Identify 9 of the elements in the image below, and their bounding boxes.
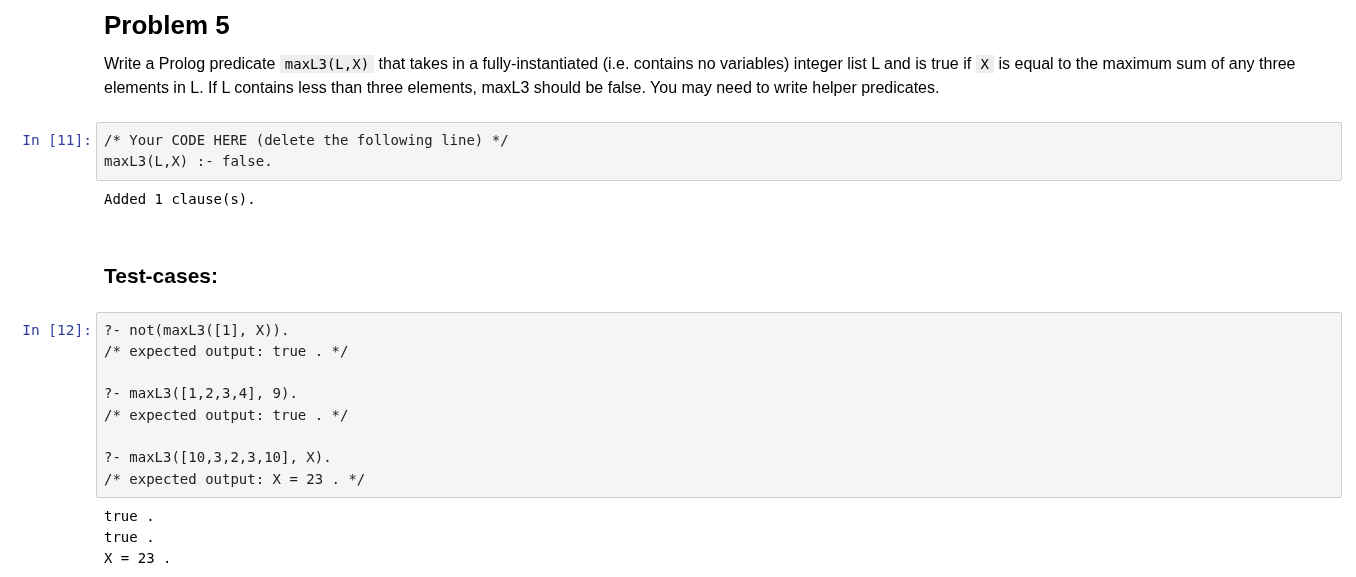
problem-description: Write a Prolog predicate maxL3(L,X) that takes in a fully-instantiated (i.e. contains no variables) integer list L and is true if X is equal to the maximum sum of any three elements in L. If L contains less than three elements, maxL3 should be false. You may need to write helper predicates. [103, 54, 1297, 98]
cell-prompt: In [11]: [22, 131, 93, 148]
cell-output: true . true . X = 23 . [103, 506, 173, 568]
cell-prompt: In [12]: [22, 320, 93, 338]
code-editor[interactable]: ?- not(maxL3([1], X)). /* expected output: true . */ ?- maxL3([1,2,3,4], 9). /* expected output: true . */ ?- maxL3([10,3,2,3,10], X). /* expected output: X = 23 . */ [96, 311, 1342, 498]
cell-output: Added 1 clause(s). [103, 189, 257, 209]
problem-heading: Problem 5 [103, 9, 231, 42]
code-editor[interactable]: /* Your CODE HERE (delete the following line) */ maxL3(L,X) :- false. [96, 122, 1342, 181]
section-heading: Test-cases: [103, 262, 219, 289]
